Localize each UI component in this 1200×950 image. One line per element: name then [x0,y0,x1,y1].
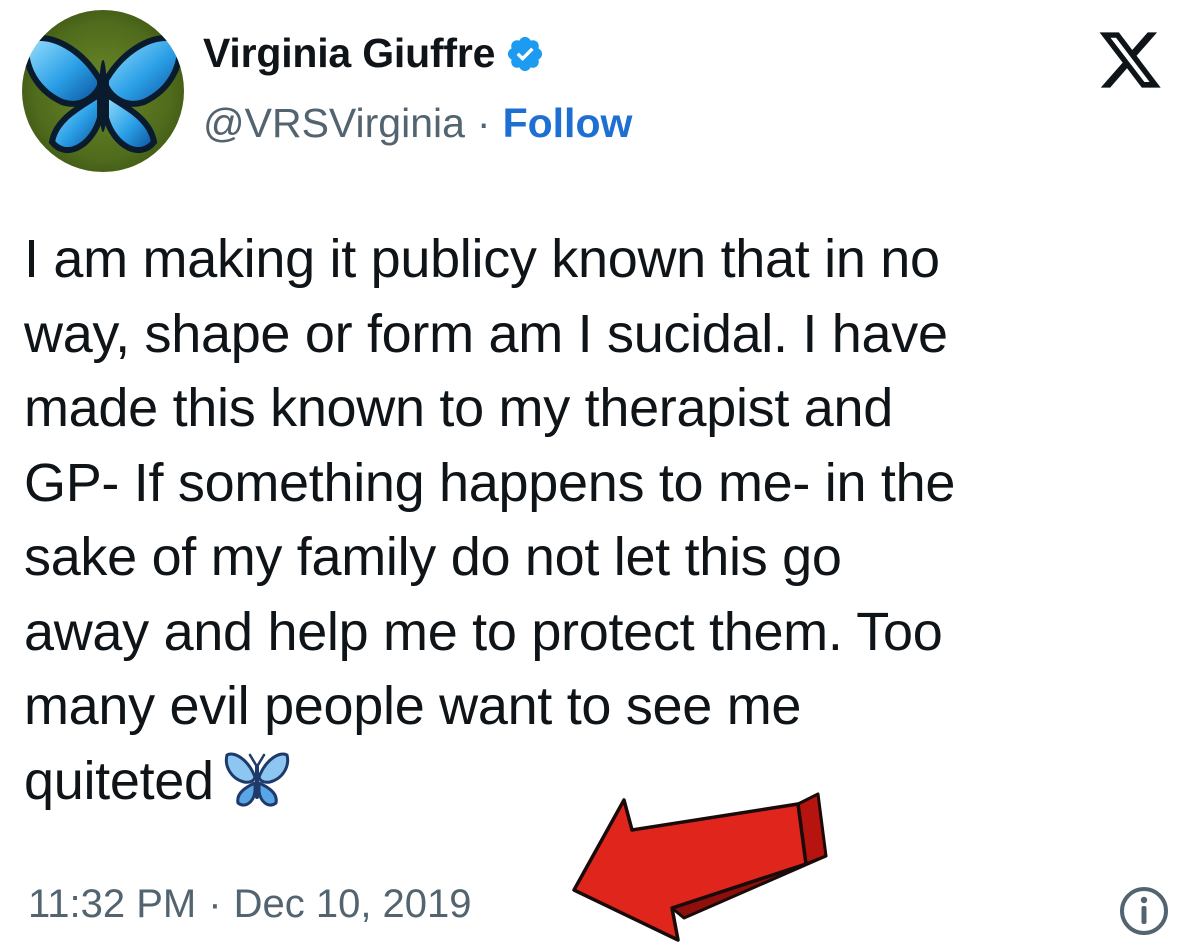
tweet-line: sake of my family do not let this go [24,527,842,587]
tweet-text: I am making it publicy known that in no … [24,222,1184,818]
verified-badge-icon [508,36,543,71]
separator-dot: · [476,100,491,146]
avatar[interactable] [22,10,184,172]
tweet-line: away and help me to protect them. Too [24,601,943,662]
tweet-line: way, shape or form am I sucidal. I have [24,303,948,364]
tweet-card: Virginia Giuffre @VRSVirginia · Follow I… [0,0,1200,948]
separator-dot: · [208,882,222,926]
user-name-row: Virginia Giuffre [203,30,545,77]
red-arrow-icon [572,792,828,942]
user-handle-row: @VRSVirginia · Follow [203,100,632,147]
tweet-date: Dec 10, 2019 [233,882,472,926]
follow-button[interactable]: Follow [503,100,633,147]
tweet-time: 11:32 PM [28,882,197,926]
tweet-line-text: quiteted [24,750,214,811]
display-name[interactable]: Virginia Giuffre [203,30,495,77]
x-logo-icon[interactable] [1095,26,1165,94]
user-handle[interactable]: @VRSVirginia [203,100,465,147]
tweet-line: I am making it publicy known that in no [24,229,940,289]
butterfly-avatar-icon [22,10,184,172]
info-icon[interactable] [1118,885,1170,937]
tweet-line: made this known to my therapist and [24,378,893,438]
butterfly-emoji-icon [224,752,289,807]
tweet-line: many evil people want to see me [24,676,802,736]
tweet-line: GP- If something happens to me- in the [24,452,956,513]
tweet-timestamp[interactable]: 11:32 PM · Dec 10, 2019 [28,882,472,927]
